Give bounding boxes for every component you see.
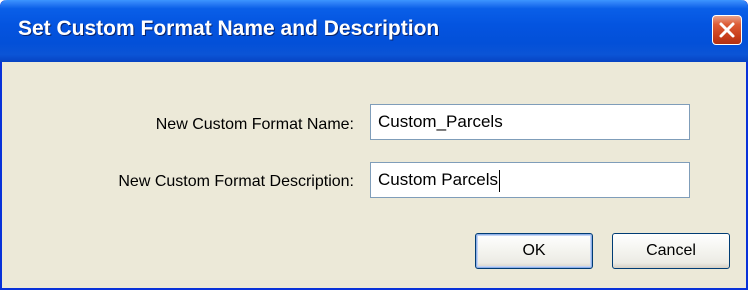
title-bar[interactable]: Set Custom Format Name and Description xyxy=(0,0,748,62)
close-button[interactable] xyxy=(712,15,742,45)
text-caret xyxy=(498,169,500,192)
format-name-value: Custom_Parcels xyxy=(378,112,503,131)
format-description-value: Custom Parcels xyxy=(378,170,498,189)
format-name-input[interactable]: Custom_Parcels xyxy=(370,104,690,140)
format-name-label: New Custom Format Name: xyxy=(155,116,354,133)
dialog-title: Set Custom Format Name and Description xyxy=(18,17,440,40)
cancel-button[interactable]: Cancel xyxy=(612,233,730,269)
format-description-label: New Custom Format Description: xyxy=(118,173,354,190)
dialog-window: Set Custom Format Name and Description N… xyxy=(0,0,748,290)
ok-button[interactable]: OK xyxy=(475,233,593,269)
close-icon xyxy=(719,22,735,38)
format-description-input[interactable]: Custom Parcels xyxy=(370,162,690,198)
